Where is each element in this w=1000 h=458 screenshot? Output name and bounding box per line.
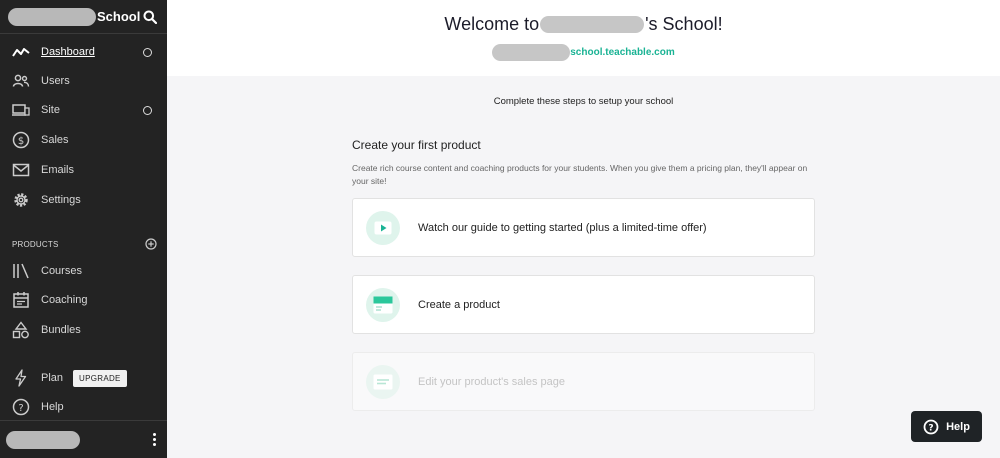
watch-guide-card[interactable]: Watch our guide to getting started (plus… — [352, 198, 815, 257]
help-button-label: Help — [946, 420, 970, 433]
add-product-icon[interactable] — [145, 238, 157, 250]
dollar-icon: $ — [12, 131, 30, 149]
status-indicator — [143, 47, 152, 57]
welcome-header: Welcome to 's School! school.teachable.c… — [167, 0, 1000, 76]
nav-label-dashboard: Dashboard — [41, 46, 95, 58]
video-play-icon — [366, 210, 400, 245]
product-page-icon — [366, 287, 400, 322]
search-icon[interactable] — [141, 8, 159, 26]
nav-label-bundles: Bundles — [41, 324, 81, 336]
devices-icon — [12, 101, 30, 119]
users-icon — [12, 72, 30, 90]
school-header[interactable]: School — [0, 0, 167, 34]
user-name-redacted[interactable] — [6, 430, 80, 449]
nav-item-emails[interactable]: Emails — [0, 156, 167, 184]
nav-label-coaching: Coaching — [41, 294, 88, 306]
school-name-redacted — [540, 16, 645, 33]
nav-label-courses: Courses — [41, 265, 82, 277]
nav-label-settings: Settings — [41, 194, 81, 206]
library-icon — [12, 262, 30, 280]
nav-item-courses[interactable]: Courses — [0, 257, 167, 285]
nav-item-sales[interactable]: $ Sales — [0, 126, 167, 154]
gear-icon — [12, 191, 30, 209]
school-name-redacted — [8, 7, 96, 26]
more-options-icon[interactable] — [150, 433, 158, 446]
nav-item-bundles[interactable]: Bundles — [0, 316, 167, 344]
setup-instructions: Complete these steps to setup your schoo… — [493, 96, 674, 107]
school-name-suffix: School — [97, 9, 141, 24]
nav-item-settings[interactable]: Settings — [0, 186, 167, 214]
school-url[interactable]: school.teachable.com — [167, 44, 1000, 61]
nav-item-users[interactable]: Users — [0, 67, 167, 95]
activity-icon — [12, 43, 30, 61]
help-circle-icon: ? — [12, 398, 30, 416]
section-description: Create rich course content and coaching … — [352, 163, 808, 186]
products-header-label: PRODUCTS — [12, 239, 59, 249]
svg-text:$: $ — [18, 136, 24, 147]
nav-item-plan[interactable]: Plan UPGRADE — [0, 364, 167, 392]
nav-item-dashboard[interactable]: Dashboard — [0, 38, 167, 66]
status-indicator — [143, 105, 152, 115]
nav-label-emails: Emails — [41, 164, 75, 176]
nav-item-site[interactable]: Site — [0, 96, 167, 124]
calendar-icon — [12, 291, 30, 309]
nav-item-help[interactable]: ? Help — [0, 393, 167, 421]
nav-label-users: Users — [41, 75, 70, 87]
nav-label-plan: Plan — [41, 372, 64, 384]
lightning-icon — [12, 369, 30, 387]
create-product-card[interactable]: Create a product — [352, 275, 815, 334]
help-button[interactable]: ? Help — [911, 411, 982, 442]
sidebar: School Dashboard Users Site $ Sales Emai… — [0, 0, 167, 458]
upgrade-button[interactable]: UPGRADE — [73, 369, 127, 387]
shapes-icon — [12, 321, 30, 339]
help-circle-icon: ? — [923, 419, 939, 435]
svg-text:?: ? — [18, 403, 23, 414]
nav-label-site: Site — [41, 104, 60, 116]
sales-page-icon — [366, 364, 400, 399]
user-footer — [0, 420, 167, 458]
card-label: Create a product — [418, 298, 500, 311]
products-section-header: PRODUCTS — [12, 238, 157, 250]
main-content: Welcome to 's School! school.teachable.c… — [167, 0, 1000, 458]
nav-label-help: Help — [41, 401, 64, 413]
url-redacted — [492, 44, 571, 61]
section-title: Create your first product — [352, 138, 481, 152]
nav-item-coaching[interactable]: Coaching — [0, 286, 167, 314]
school-url-text[interactable]: school.teachable.com — [570, 47, 674, 58]
welcome-suffix: 's School! — [645, 14, 723, 34]
card-label: Watch our guide to getting started (plus… — [418, 221, 707, 234]
edit-sales-page-card: Edit your product's sales page — [352, 352, 815, 411]
first-product-section: Create your first product Create rich co… — [352, 138, 815, 188]
card-label: Edit your product's sales page — [418, 375, 566, 388]
nav-label-sales: Sales — [41, 134, 69, 146]
welcome-prefix: Welcome to — [444, 14, 540, 34]
page-title: Welcome to 's School! — [167, 14, 1000, 35]
svg-text:?: ? — [928, 423, 933, 433]
mail-icon — [12, 161, 30, 179]
